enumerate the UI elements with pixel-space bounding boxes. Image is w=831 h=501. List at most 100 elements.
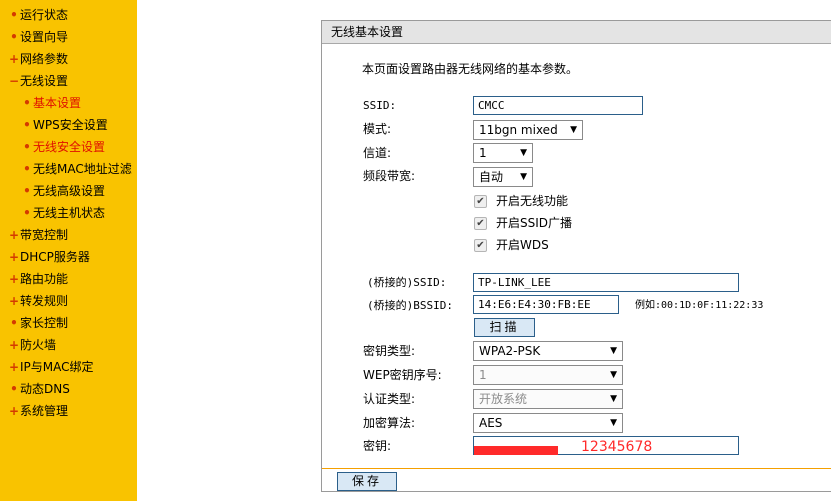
encryption-select[interactable]: AES ▼ — [473, 413, 623, 433]
sidebar-item-marker: + — [8, 272, 20, 286]
sidebar-item[interactable]: +路由功能 — [8, 268, 68, 290]
sidebar-item-label: 无线高级设置 — [33, 184, 106, 198]
sidebar-item-label: WPS安全设置 — [33, 118, 108, 132]
sidebar-item-marker: • — [23, 140, 31, 154]
mode-label: 模式: — [363, 122, 392, 136]
sidebar-item[interactable]: +系统管理 — [8, 400, 68, 422]
chevron-down-icon: ▼ — [610, 394, 617, 404]
wep-index-select[interactable]: 1 ▼ — [473, 365, 623, 385]
sidebar-item[interactable]: −无线设置 — [8, 70, 68, 92]
chevron-down-icon: ▼ — [610, 418, 617, 428]
panel-title: 无线基本设置 — [322, 21, 831, 44]
sidebar-item-label: 系统管理 — [20, 404, 69, 418]
key-type-label: 密钥类型: — [363, 344, 416, 358]
sidebar-item-label: 动态DNS — [20, 382, 70, 396]
sidebar-item-label: 无线设置 — [20, 74, 69, 88]
sidebar-item-marker: • — [10, 316, 18, 330]
enable-wds-checkbox[interactable]: ✔ — [474, 239, 487, 252]
sidebar-item[interactable]: • 无线高级设置 — [21, 180, 105, 202]
sidebar-item-label: 无线安全设置 — [33, 140, 106, 154]
encryption-label: 加密算法: — [363, 416, 416, 430]
channel-select-value: 1 — [479, 146, 487, 160]
sidebar-item-marker: • — [10, 30, 18, 44]
bandwidth-select[interactable]: 自动 ▼ — [473, 167, 533, 187]
page-intro: 本页面设置路由器无线网络的基本参数。 — [362, 62, 579, 76]
sidebar-item[interactable]: +IP与MAC绑定 — [8, 356, 94, 378]
sidebar-item[interactable]: +带宽控制 — [8, 224, 68, 246]
sidebar-item[interactable]: • 运行状态 — [8, 4, 68, 26]
key-type-select[interactable]: WPA2-PSK ▼ — [473, 341, 623, 361]
bridge-bssid-input[interactable]: 14:E6:E4:30:FB:EE — [473, 295, 619, 314]
sidebar-item-label: 防火墙 — [20, 338, 57, 352]
sidebar-item-marker: − — [8, 74, 20, 88]
mode-select[interactable]: 11bgn mixed ▼ — [473, 120, 583, 140]
sidebar-item-marker: • — [23, 118, 31, 132]
sidebar-item-marker: + — [8, 404, 20, 418]
sidebar-item-marker: + — [8, 338, 20, 352]
sidebar-item-label: 设置向导 — [20, 30, 69, 44]
sidebar-item-label: 网络参数 — [20, 52, 69, 66]
wep-index-select-value: 1 — [479, 368, 487, 382]
sidebar-item[interactable]: • 动态DNS — [8, 378, 70, 400]
ssid-label: SSID: — [363, 99, 397, 112]
scan-button[interactable]: 扫描 — [474, 318, 535, 337]
sidebar-item[interactable]: • 无线MAC地址过滤 — [21, 158, 132, 180]
sidebar-item[interactable]: +DHCP服务器 — [8, 246, 90, 268]
sidebar-item[interactable]: • 设置向导 — [8, 26, 68, 48]
sidebar-item-marker: + — [8, 52, 20, 66]
sidebar-item-label: 路由功能 — [20, 272, 69, 286]
wireless-basic-settings-panel: 无线基本设置 本页面设置路由器无线网络的基本参数。 SSID: CMCC 模式:… — [321, 20, 831, 492]
sidebar-item-marker: + — [8, 250, 20, 264]
sidebar-item-label: 转发规则 — [20, 294, 69, 308]
chevron-down-icon: ▼ — [520, 148, 527, 158]
sidebar-item-label: 无线主机状态 — [33, 206, 106, 220]
sidebar-nav: • 运行状态 • 设置向导 +网络参数 −无线设置 • 基本设置 • WPS安全设置 • 无线安全设置… — [0, 0, 137, 501]
chevron-down-icon: ▼ — [610, 370, 617, 380]
sidebar-item-label: 带宽控制 — [20, 228, 69, 242]
sidebar-item-label: 无线MAC地址过滤 — [33, 162, 132, 176]
sidebar-item[interactable]: • 家长控制 — [8, 312, 68, 334]
sidebar-item-marker: • — [10, 8, 18, 22]
enable-ssid-broadcast-label: 开启SSID广播 — [496, 216, 573, 230]
sidebar-item[interactable]: +网络参数 — [8, 48, 68, 70]
sidebar-item-label: IP与MAC绑定 — [20, 360, 94, 374]
sidebar-item-marker: + — [8, 360, 20, 374]
ssid-input[interactable]: CMCC — [473, 96, 643, 115]
auth-type-label: 认证类型: — [363, 392, 416, 406]
sidebar-item-label: DHCP服务器 — [20, 250, 90, 264]
save-button[interactable]: 保存 — [337, 472, 397, 491]
sidebar-item[interactable]: • 基本设置 — [21, 92, 81, 114]
encryption-select-value: AES — [479, 416, 503, 430]
sidebar-item-label: 基本设置 — [33, 96, 82, 110]
key-label: 密钥: — [363, 439, 392, 453]
sidebar-item[interactable]: +转发规则 — [8, 290, 68, 312]
wep-index-label: WEP密钥序号: — [363, 368, 442, 382]
channel-label: 信道: — [363, 146, 392, 160]
sidebar-item[interactable]: +防火墙 — [8, 334, 56, 356]
bridge-ssid-input[interactable]: TP-LINK_LEE — [473, 273, 739, 292]
sidebar-item-label: 运行状态 — [20, 8, 69, 22]
sidebar-item[interactable]: • 无线安全设置 — [21, 136, 105, 158]
auth-type-select-value: 开放系统 — [479, 392, 528, 406]
auth-type-select[interactable]: 开放系统 ▼ — [473, 389, 623, 409]
mode-select-value: 11bgn mixed — [479, 123, 558, 137]
chevron-down-icon: ▼ — [520, 172, 527, 182]
enable-wireless-label: 开启无线功能 — [496, 194, 569, 208]
key-type-select-value: WPA2-PSK — [479, 344, 541, 358]
enable-ssid-broadcast-checkbox[interactable]: ✔ — [474, 217, 487, 230]
sidebar-item-marker: + — [8, 294, 20, 308]
key-overlay-text: 12345678 — [581, 439, 653, 455]
sidebar-item[interactable]: • 无线主机状态 — [21, 202, 105, 224]
chevron-down-icon: ▼ — [570, 125, 577, 135]
bridge-ssid-label: (桥接的)SSID: — [367, 276, 447, 289]
sidebar-item-label: 家长控制 — [20, 316, 69, 330]
sidebar-item[interactable]: • WPS安全设置 — [21, 114, 108, 136]
bandwidth-label: 频段带宽: — [363, 169, 416, 183]
chevron-down-icon: ▼ — [610, 346, 617, 356]
channel-select[interactable]: 1 ▼ — [473, 143, 533, 163]
bssid-example: 例如:00:1D:0F:11:22:33 — [635, 300, 764, 311]
sidebar-item-marker: • — [23, 206, 31, 220]
enable-wds-label: 开启WDS — [496, 238, 549, 252]
enable-wireless-checkbox[interactable]: ✔ — [474, 195, 487, 208]
redaction-bar — [474, 446, 558, 455]
